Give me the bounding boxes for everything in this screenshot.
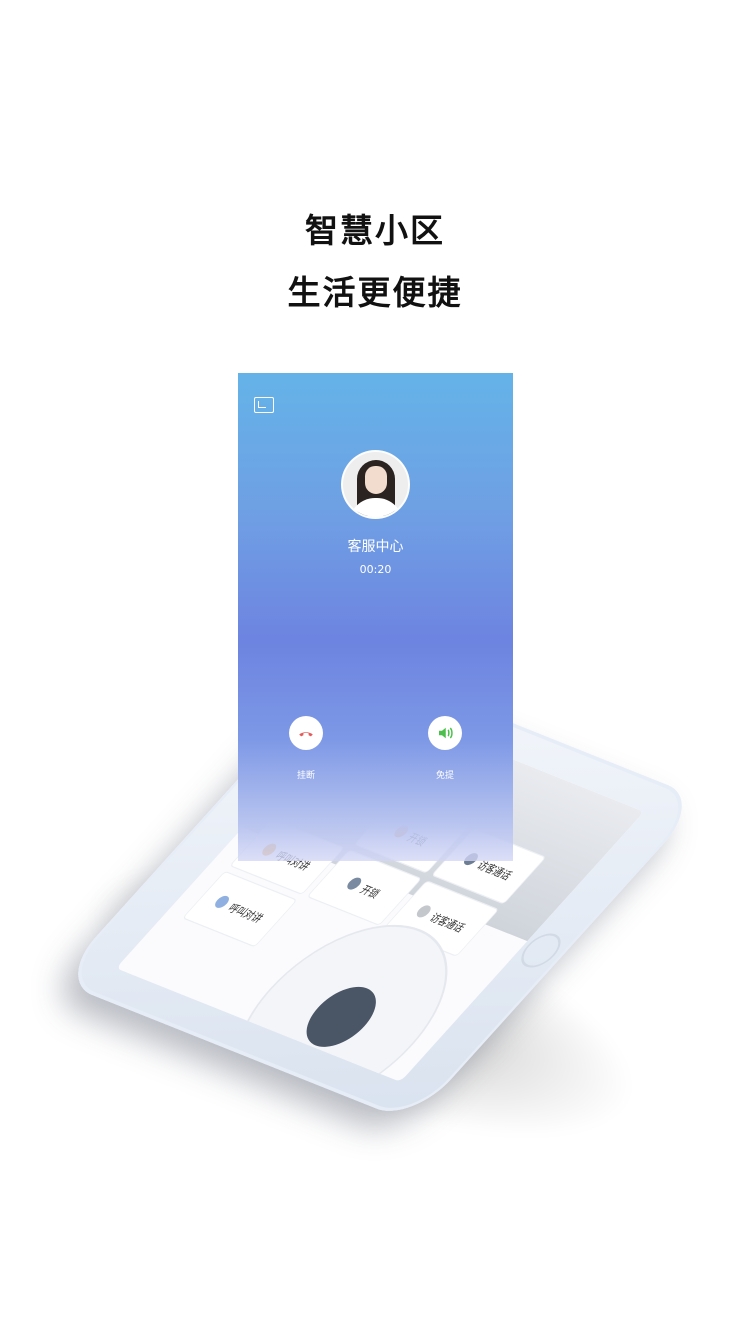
speaker-button[interactable] (428, 716, 462, 750)
hangup-button[interactable] (289, 716, 323, 750)
avatar-face (365, 466, 387, 494)
tile-label: 呼叫对讲 (224, 902, 266, 926)
hangup-label: 挂断 (296, 771, 315, 781)
hangup-icon (299, 732, 313, 737)
speaker-label: 免提 (435, 771, 454, 781)
caller-name: 客服中心 (347, 539, 404, 555)
headline-line-2: 生活更便捷 (287, 273, 463, 312)
minimize-icon[interactable] (254, 397, 274, 413)
speaker-icon (439, 727, 453, 739)
call-duration: 00:20 (359, 563, 392, 576)
caller-avatar (341, 450, 410, 519)
dial-center (292, 979, 391, 1055)
tile-label: 开锁 (357, 883, 382, 901)
headline-line-1: 智慧小区 (305, 211, 445, 250)
tile-label: 访客通话 (426, 911, 467, 935)
footer-caption: 智能门禁 (380, 1182, 468, 1206)
call-screen-panel: 客服中心 00:20 挂断 免提 (238, 373, 513, 861)
